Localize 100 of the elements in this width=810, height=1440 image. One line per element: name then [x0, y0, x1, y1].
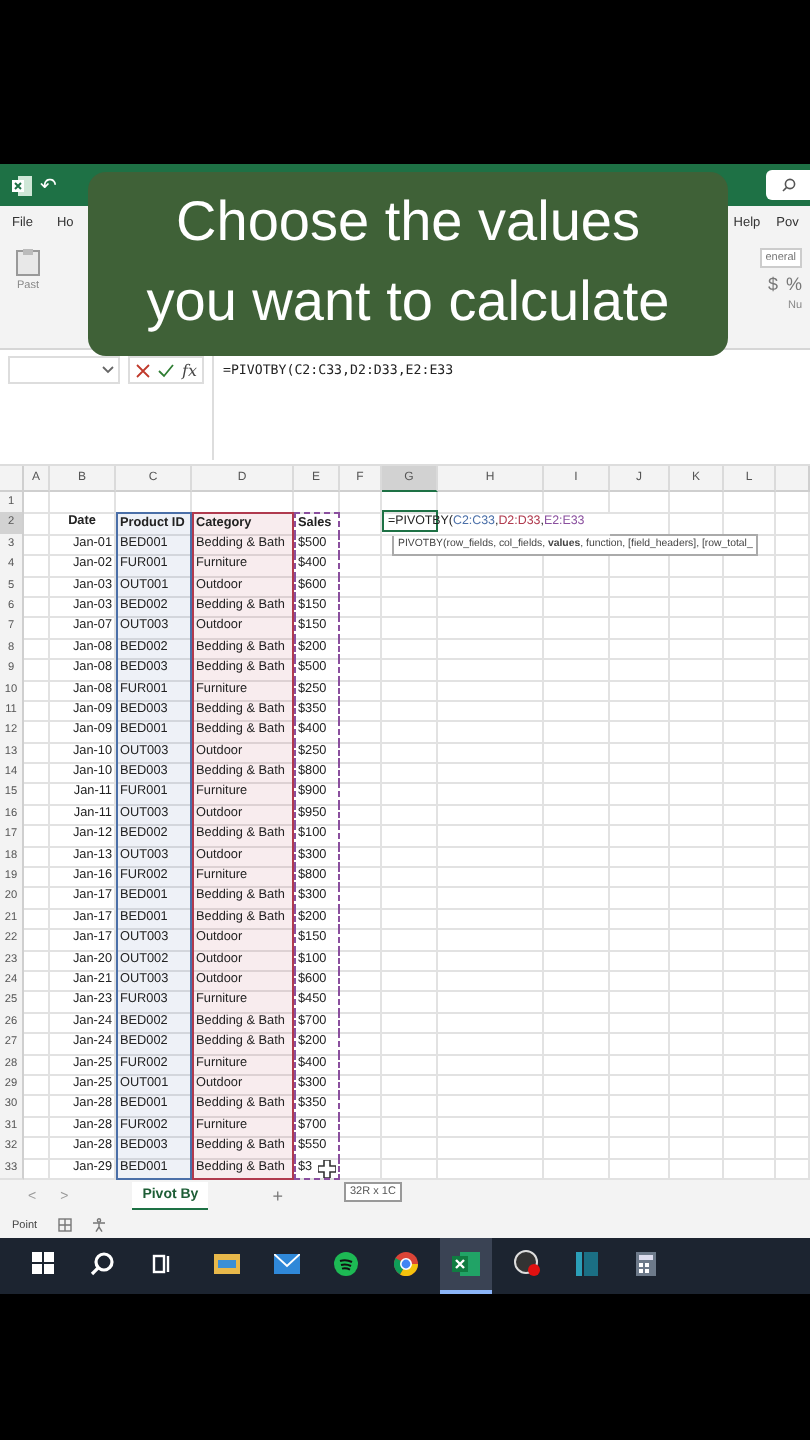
empty-cell — [670, 886, 724, 910]
empty-cell — [438, 595, 544, 619]
search-field[interactable] — [766, 170, 810, 200]
empty-cell — [724, 1011, 776, 1035]
empty-cell — [776, 679, 810, 702]
empty-cell — [340, 803, 382, 827]
empty-cell — [438, 616, 544, 640]
empty-cell — [544, 845, 610, 869]
empty-cell — [340, 928, 382, 952]
empty-cell — [610, 699, 670, 723]
empty-cell — [544, 595, 610, 619]
empty-cell — [724, 907, 776, 931]
empty-cell — [340, 1136, 382, 1160]
empty-cell — [610, 595, 670, 619]
add-sheet-button[interactable]: + — [268, 1186, 287, 1207]
empty-cell — [294, 492, 340, 515]
empty-cell — [340, 824, 382, 848]
close-icon[interactable] — [136, 363, 150, 377]
empty-cell — [670, 803, 724, 827]
empty-cell — [438, 762, 544, 785]
empty-cell — [724, 969, 776, 993]
clipboard-icon[interactable] — [16, 248, 40, 276]
empty-cell — [438, 1073, 544, 1097]
empty-cell — [340, 762, 382, 785]
percent-button[interactable]: % — [785, 274, 802, 294]
empty-cell — [670, 1094, 724, 1118]
empty-cell — [438, 741, 544, 765]
empty-cell — [610, 990, 670, 1014]
empty-cell — [382, 1053, 438, 1076]
empty-cell — [724, 1053, 776, 1076]
empty-cell — [776, 762, 810, 785]
taskbar-button[interactable] — [440, 1237, 492, 1294]
empty-cell — [610, 658, 670, 682]
empty-cell — [438, 1094, 544, 1118]
empty-cell — [544, 762, 610, 785]
empty-cell — [438, 1053, 544, 1076]
music-app-icon — [334, 1251, 358, 1276]
empty-cell — [544, 637, 610, 661]
empty-cell — [610, 866, 670, 889]
empty-cell — [382, 720, 438, 744]
browser-icon — [394, 1251, 418, 1276]
empty-cell — [340, 575, 382, 598]
empty-cell — [340, 658, 382, 682]
empty-cell — [724, 949, 776, 972]
empty-cell — [382, 741, 438, 765]
panel-app-icon — [575, 1251, 597, 1276]
empty-cell — [670, 762, 724, 785]
empty-cell — [670, 658, 724, 682]
empty-cell — [610, 969, 670, 993]
empty-cell — [724, 741, 776, 765]
empty-cell — [544, 1136, 610, 1160]
empty-cell — [776, 512, 810, 536]
empty-cell — [724, 845, 776, 869]
currency-button[interactable]: $ — [767, 274, 778, 294]
empty-cell — [724, 720, 776, 744]
empty-cell — [610, 803, 670, 827]
empty-cell — [544, 699, 610, 723]
empty-cell — [438, 886, 544, 910]
insert-function-button[interactable]: fx — [182, 361, 197, 379]
empty-cell — [776, 969, 810, 993]
empty-cell — [544, 969, 610, 993]
empty-cell — [670, 1136, 724, 1160]
empty-cell — [340, 1073, 382, 1097]
empty-cell — [544, 1053, 610, 1076]
empty-cell — [776, 803, 810, 827]
empty-cell — [382, 699, 438, 723]
empty-cell — [382, 907, 438, 931]
empty-cell — [670, 575, 724, 598]
empty-cell — [610, 762, 670, 785]
empty-cell — [382, 658, 438, 682]
check-icon[interactable] — [158, 363, 174, 377]
empty-cell — [340, 990, 382, 1014]
record-app-icon — [513, 1250, 539, 1277]
empty-cell — [382, 1011, 438, 1035]
empty-cell — [544, 1032, 610, 1056]
empty-cell — [610, 907, 670, 931]
empty-cell — [724, 1094, 776, 1118]
empty-cell — [610, 741, 670, 765]
chevron-down-icon — [102, 366, 114, 374]
empty-cell — [438, 782, 544, 806]
grid-icon[interactable] — [57, 1218, 72, 1233]
empty-cell — [724, 1032, 776, 1056]
empty-cell — [340, 512, 382, 536]
empty-cell — [776, 595, 810, 619]
empty-cell — [438, 866, 544, 889]
empty-cell — [776, 637, 810, 661]
empty-cell — [438, 699, 544, 723]
empty-cell — [670, 949, 724, 972]
accessibility-icon[interactable] — [91, 1218, 106, 1233]
empty-cell — [670, 1115, 724, 1139]
empty-cell — [776, 1011, 810, 1035]
empty-cell — [438, 575, 544, 598]
empty-cell — [610, 886, 670, 910]
empty-cell — [776, 1094, 810, 1118]
search-icon — [781, 178, 795, 192]
undo-icon[interactable]: ↶ — [40, 173, 56, 197]
empty-cell — [340, 866, 382, 889]
empty-cell — [776, 1073, 810, 1097]
empty-cell — [382, 866, 438, 889]
empty-cell — [382, 1115, 438, 1139]
